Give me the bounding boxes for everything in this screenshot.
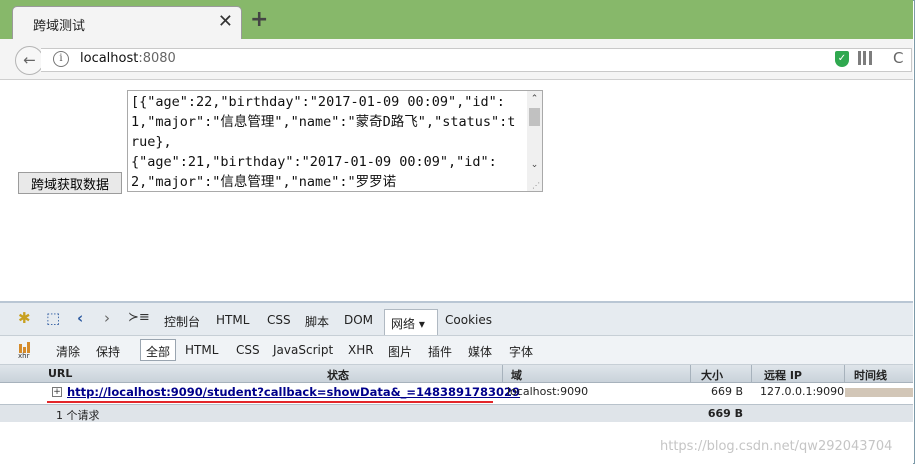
request-domain: localhost:9090	[507, 385, 589, 398]
qr-code-icon[interactable]	[858, 51, 872, 65]
filter-images[interactable]: 图片	[388, 343, 412, 360]
tab-html[interactable]: HTML	[216, 313, 249, 327]
tab-css[interactable]: CSS	[267, 313, 291, 327]
persist-button[interactable]: 保持	[96, 343, 120, 360]
url-port: :8080	[138, 51, 176, 66]
filter-html[interactable]: HTML	[185, 343, 218, 357]
reload-icon[interactable]: C	[893, 49, 903, 67]
network-filter-bar: xhr 清除 保持 全部 HTML CSS JavaScript XHR 图片 …	[0, 336, 913, 365]
expand-icon[interactable]: +	[52, 387, 62, 397]
chevron-left-icon[interactable]: ‹	[77, 310, 83, 326]
filter-fonts[interactable]: 字体	[509, 343, 533, 360]
total-size: 669 B	[707, 407, 743, 420]
tab-network[interactable]: 网络 ▾	[384, 309, 438, 335]
close-icon[interactable]: ✕	[218, 11, 233, 33]
devtools-toolbar: ✱ ⬚ ‹ › ≻≡ 控制台 HTML CSS 脚本 DOM 网络 ▾ Cook…	[0, 303, 913, 336]
tab-dom[interactable]: DOM	[344, 313, 373, 327]
tab-cross-domain-test[interactable]: 跨域测试 ✕	[12, 6, 242, 40]
scroll-up-arrow-icon[interactable]: ⌃	[527, 91, 542, 107]
tab-console[interactable]: 控制台	[164, 313, 200, 330]
column-timeline[interactable]: 时间线	[854, 367, 887, 383]
tab-script[interactable]: 脚本	[305, 313, 329, 330]
textarea-content: [{"age":22,"birthday":"2017-01-09 00:09"…	[131, 94, 516, 190]
resize-grip-icon[interactable]: ⋰	[532, 182, 540, 190]
column-domain[interactable]: 域	[511, 367, 522, 383]
shield-icon[interactable]: ✓	[835, 51, 849, 67]
address-bar[interactable]: i localhost:8080 ✓ C	[41, 48, 912, 72]
url-text[interactable]: localhost:8080	[80, 51, 176, 66]
column-url[interactable]: URL	[48, 367, 72, 380]
devtools-panel: ✱ ⬚ ‹ › ≻≡ 控制台 HTML CSS 脚本 DOM 网络 ▾ Cook…	[0, 301, 913, 464]
fetch-data-button[interactable]: 跨域获取数据	[18, 172, 122, 194]
url-host: localhost	[80, 51, 139, 66]
result-textarea[interactable]: [{"age":22,"birthday":"2017-01-09 00:09"…	[127, 90, 543, 192]
request-url-link[interactable]: http://localhost:9090/student?callback=s…	[67, 385, 520, 399]
scroll-down-arrow-icon[interactable]: ⌄	[527, 157, 542, 173]
clear-button[interactable]: 清除	[56, 343, 80, 360]
firebug-icon[interactable]: ✱	[18, 310, 31, 326]
filter-javascript[interactable]: JavaScript	[273, 343, 333, 357]
tab-strip: 跨域测试 ✕ +	[0, 0, 913, 40]
request-remote-ip: 127.0.0.1:9090	[760, 385, 845, 398]
watermark: https://blog.csdn.net/qw292043704	[660, 439, 893, 454]
tab-title: 跨域测试	[33, 19, 86, 34]
network-table-header: URL 状态 域 大小 远程 IP 时间线	[0, 365, 913, 383]
xhr-icon: xhr	[18, 341, 31, 360]
timeline-bar	[845, 388, 913, 397]
back-button[interactable]: ←	[15, 46, 44, 75]
tab-cookies[interactable]: Cookies	[445, 313, 492, 327]
summary-row: 1 个请求 669 B	[0, 404, 913, 422]
filter-media[interactable]: 媒体	[468, 343, 492, 360]
info-icon[interactable]: i	[53, 51, 69, 67]
command-line-icon[interactable]: ≻≡	[128, 310, 150, 326]
column-status[interactable]: 状态	[327, 367, 349, 383]
new-tab-icon[interactable]: +	[250, 9, 268, 31]
table-row[interactable]: + http://localhost:9090/student?callback…	[0, 383, 913, 401]
column-divider	[690, 365, 691, 382]
column-size[interactable]: 大小	[701, 367, 723, 383]
inspect-icon[interactable]: ⬚	[46, 310, 60, 326]
filter-all-label: 全部	[146, 345, 171, 359]
column-divider	[844, 365, 845, 382]
column-divider	[502, 365, 503, 382]
filter-all-button[interactable]: 全部	[140, 339, 176, 361]
highlight-underline	[47, 401, 493, 403]
request-count: 1 个请求	[56, 409, 100, 422]
scrollbar-thumb[interactable]	[529, 108, 540, 126]
textarea-scrollbar[interactable]: ⌃ ⌄	[527, 91, 542, 191]
page-content: [{"age":22,"birthday":"2017-01-09 00:09"…	[0, 80, 913, 302]
filter-plugins[interactable]: 插件	[428, 343, 452, 360]
column-remote-ip[interactable]: 远程 IP	[764, 367, 802, 383]
chevron-right-icon[interactable]: ›	[104, 310, 110, 326]
column-divider	[751, 365, 752, 382]
filter-css[interactable]: CSS	[236, 343, 260, 357]
tab-network-label: 网络 ▾	[391, 317, 425, 331]
filter-xhr[interactable]: XHR	[348, 343, 374, 357]
navigation-bar: ← i localhost:8080 ✓ C	[0, 39, 913, 80]
request-size: 669 B	[710, 385, 743, 398]
